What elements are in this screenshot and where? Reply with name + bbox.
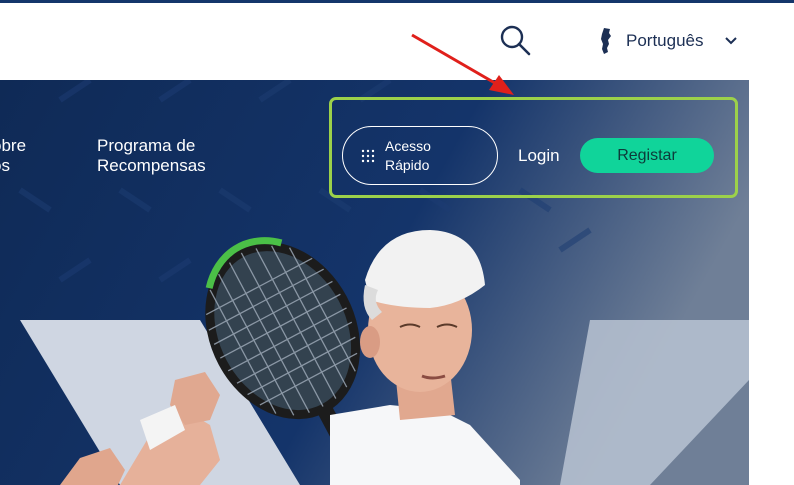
language-selector[interactable]: Português (598, 25, 738, 57)
nav-rewards-line2: Recompensas (97, 156, 206, 175)
search-button[interactable] (498, 23, 534, 57)
nav-about-line2: ós (0, 156, 10, 175)
quick-access-line1: Acesso (385, 137, 431, 154)
nav-about-line1: obre (0, 136, 27, 155)
search-icon (500, 25, 531, 56)
quick-access-button[interactable]: Acesso Rápido (342, 126, 498, 185)
nav-rewards-line1: Programa de (97, 136, 196, 155)
quick-access-label: Acesso Rápido (385, 137, 431, 175)
utility-bar: Português (0, 3, 794, 80)
nav-about-us[interactable]: obre ós (0, 136, 52, 176)
login-link[interactable]: Login (518, 146, 560, 166)
nav-rewards-program[interactable]: Programa de Recompensas (97, 136, 237, 176)
hero-banner: obre ós Programa de Recompensas Acesso R… (0, 80, 749, 485)
grid-dots-icon (361, 149, 375, 162)
quick-access-line2: Rápido (385, 156, 430, 173)
register-button[interactable]: Registar (580, 138, 714, 173)
portugal-map-icon (601, 28, 611, 54)
language-label: Português (626, 31, 704, 50)
chevron-down-icon (724, 37, 737, 45)
